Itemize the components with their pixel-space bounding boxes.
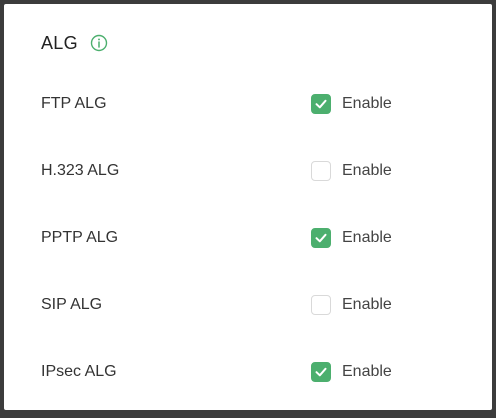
section-title: ALG [41,32,78,53]
checkbox-label[interactable]: Enable [342,229,392,247]
sip-alg-enable-toggle[interactable]: Enable [311,295,392,315]
alg-row-pptp: PPTP ALG Enable [41,224,461,252]
h323-alg-enable-toggle[interactable]: Enable [311,161,392,181]
pptp-alg-enable-toggle[interactable]: Enable [311,228,392,248]
alg-row-h323: H.323 ALG Enable [41,157,461,185]
checkbox-label[interactable]: Enable [342,363,392,381]
ipsec-alg-enable-toggle[interactable]: Enable [311,362,392,382]
info-icon[interactable] [90,34,108,52]
checkbox[interactable] [311,161,331,181]
checkmark-icon [315,233,327,243]
row-label: IPsec ALG [41,363,117,380]
section-header: ALG [41,30,108,56]
ftp-alg-enable-toggle[interactable]: Enable [311,94,392,114]
alg-row-ftp: FTP ALG Enable [41,90,461,118]
alg-settings-panel: ALG FTP ALG Enable H.323 ALG Enable PPTP… [4,4,492,410]
row-label: FTP ALG [41,95,107,112]
checkmark-icon [315,367,327,377]
checkbox[interactable] [311,362,331,382]
checkbox-label[interactable]: Enable [342,162,392,180]
checkbox-label[interactable]: Enable [342,95,392,113]
alg-row-sip: SIP ALG Enable [41,291,461,319]
checkbox-label[interactable]: Enable [342,296,392,314]
row-label: PPTP ALG [41,229,119,246]
alg-row-ipsec: IPsec ALG Enable [41,358,461,386]
row-label: H.323 ALG [41,162,120,179]
row-label: SIP ALG [41,296,103,313]
checkbox[interactable] [311,94,331,114]
checkbox[interactable] [311,228,331,248]
checkmark-icon [315,99,327,109]
checkbox[interactable] [311,295,331,315]
